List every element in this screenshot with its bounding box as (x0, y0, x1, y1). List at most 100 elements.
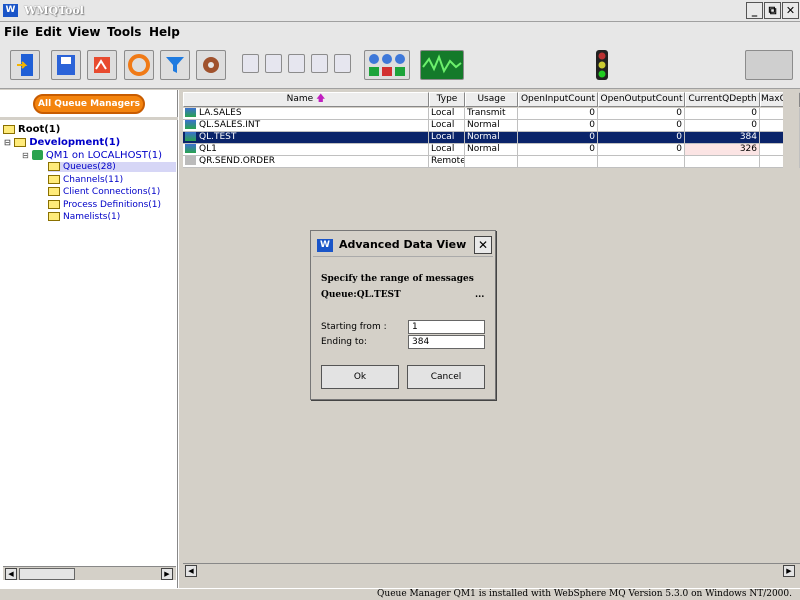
table-horizontal-scrollbar[interactable]: ◀ ▶ (183, 563, 800, 577)
ending-to-input[interactable]: 384 (408, 335, 485, 349)
table-row[interactable]: QL.SALES.INT (183, 120, 429, 132)
queue-icon (185, 120, 196, 129)
restore-button[interactable]: ⧉ (764, 2, 781, 19)
row-openinputcount: 0 (518, 120, 598, 132)
menu-file[interactable]: File (4, 25, 29, 39)
starting-from-input[interactable]: 1 (408, 320, 485, 334)
folder-icon (14, 137, 27, 147)
view-report-icon[interactable] (311, 54, 328, 73)
ok-button[interactable]: Ok (321, 365, 399, 389)
collapse-icon[interactable]: ⊟ (4, 138, 11, 147)
row-currentqdepth: 326 (685, 144, 760, 156)
close-button[interactable]: ✕ (782, 2, 799, 19)
dialog-title-bar[interactable]: W Advanced Data View ✕ (313, 233, 493, 257)
row-openoutputcount: 0 (598, 108, 685, 120)
tree-development[interactable]: ⊟ Development(1) (4, 137, 120, 148)
cancel-button[interactable]: Cancel (407, 365, 485, 389)
row-currentqdepth: 384 (685, 132, 760, 144)
tree-item-process-definitions[interactable]: Process Definitions(1) (48, 200, 161, 210)
queue-manager-icon (31, 150, 43, 160)
tree-horizontal-scrollbar[interactable]: ◀ ▶ (3, 566, 176, 580)
scroll-thumb[interactable] (19, 568, 75, 580)
row-usage: Normal (465, 144, 518, 156)
queue-icon (185, 144, 196, 153)
row-name: QL.SALES.INT (199, 120, 261, 130)
view-list-icon[interactable] (242, 54, 259, 73)
minimize-button[interactable]: _ (746, 2, 763, 19)
collapse-icon[interactable]: ⊟ (22, 151, 29, 160)
column-label: Name (286, 94, 314, 104)
menu-view[interactable]: View (68, 25, 100, 39)
table-row-selected[interactable]: QL.TEST (183, 132, 429, 144)
table-row[interactable]: QR.SEND.ORDER (183, 156, 429, 168)
scroll-right-icon[interactable]: ▶ (783, 565, 795, 577)
window-title: WMQTool (24, 4, 84, 17)
settings-gear-icon[interactable] (196, 50, 226, 80)
column-header-currentqdepth[interactable]: CurrentQDepth (685, 92, 760, 107)
tree-item-label: Namelists(1) (63, 212, 121, 222)
menu-edit[interactable]: Edit (35, 25, 62, 39)
row-openinputcount: 0 (518, 108, 598, 120)
column-header-name[interactable]: Name 🡅 (183, 92, 429, 107)
view-blank-icon[interactable] (334, 54, 351, 73)
save-icon[interactable] (51, 50, 81, 80)
row-type: Local (429, 132, 465, 144)
filter-icon[interactable] (160, 50, 190, 80)
view-details-icon[interactable] (265, 54, 282, 73)
import-icon[interactable] (87, 50, 117, 80)
exit-icon[interactable] (10, 50, 40, 80)
menu-bar: File Edit View Tools Help (0, 22, 800, 42)
row-openinputcount: 0 (518, 132, 598, 144)
folder-icon (3, 124, 15, 134)
all-queue-managers-button[interactable]: All Queue Managers (33, 94, 145, 114)
tree-item-label: Channels(11) (63, 175, 124, 185)
status-bar: Queue Manager QM1 is installed with WebS… (0, 588, 800, 600)
row-type: Local (429, 120, 465, 132)
status-check-icon[interactable] (364, 50, 410, 80)
tree-item-client-connections[interactable]: Client Connections(1) (48, 187, 160, 197)
app-logo-icon: W (3, 4, 18, 17)
starting-from-label: Starting from : (321, 322, 387, 332)
tree-item-namelists[interactable]: Namelists(1) (48, 212, 120, 222)
row-usage: Normal (465, 132, 518, 144)
tree-qm1[interactable]: ⊟ QM1 on LOCALHOST(1) (22, 150, 162, 161)
sort-up-arrow-icon: 🡅 (316, 94, 326, 104)
column-header-openoutputcount[interactable]: OpenOutputCount (598, 92, 685, 107)
remote-queue-icon (185, 156, 196, 165)
scroll-left-icon[interactable]: ◀ (5, 568, 17, 580)
title-bar: W WMQTool _ ⧉ ✕ (0, 0, 800, 22)
table-vertical-scrollbar[interactable] (783, 92, 799, 568)
row-usage (465, 156, 518, 168)
tree-root[interactable]: Root(1) (3, 124, 60, 135)
tree-item-label: Process Definitions(1) (63, 200, 162, 210)
advanced-data-view-dialog: W Advanced Data View ✕ Specify the range… (310, 230, 496, 400)
tree-development-label: Development(1) (29, 137, 121, 148)
queue-icon (185, 132, 196, 141)
row-usage: Normal (465, 120, 518, 132)
screen-icon[interactable] (745, 50, 793, 80)
column-header-usage[interactable]: Usage (465, 92, 518, 107)
view-chart-icon[interactable] (288, 54, 305, 73)
table-row[interactable]: LA.SALES (183, 108, 429, 120)
app-logo-icon: W (317, 239, 333, 252)
row-openoutputcount: 0 (598, 120, 685, 132)
scroll-left-icon[interactable]: ◀ (185, 565, 197, 577)
row-openoutputcount: 0 (598, 132, 685, 144)
tree-item-queues[interactable]: Queues(28) (48, 162, 176, 172)
refresh-icon[interactable] (124, 50, 154, 80)
dialog-ellipsis: ... (475, 290, 485, 300)
tree-root-label: Root(1) (18, 124, 61, 135)
monitor-graph-icon[interactable] (420, 50, 464, 80)
column-header-type[interactable]: Type (429, 92, 465, 107)
tree-item-channels[interactable]: Channels(11) (48, 175, 123, 185)
menu-tools[interactable]: Tools (107, 25, 141, 39)
traffic-light-icon (592, 50, 612, 80)
dialog-close-icon[interactable]: ✕ (474, 236, 492, 254)
column-header-openinputcount[interactable]: OpenInputCount (518, 92, 598, 107)
scroll-right-icon[interactable]: ▶ (161, 568, 173, 580)
table-row[interactable]: QL1 (183, 144, 429, 156)
menu-help[interactable]: Help (149, 25, 180, 39)
row-name: LA.SALES (199, 108, 242, 118)
row-openinputcount: 0 (518, 144, 598, 156)
row-type: Local (429, 144, 465, 156)
